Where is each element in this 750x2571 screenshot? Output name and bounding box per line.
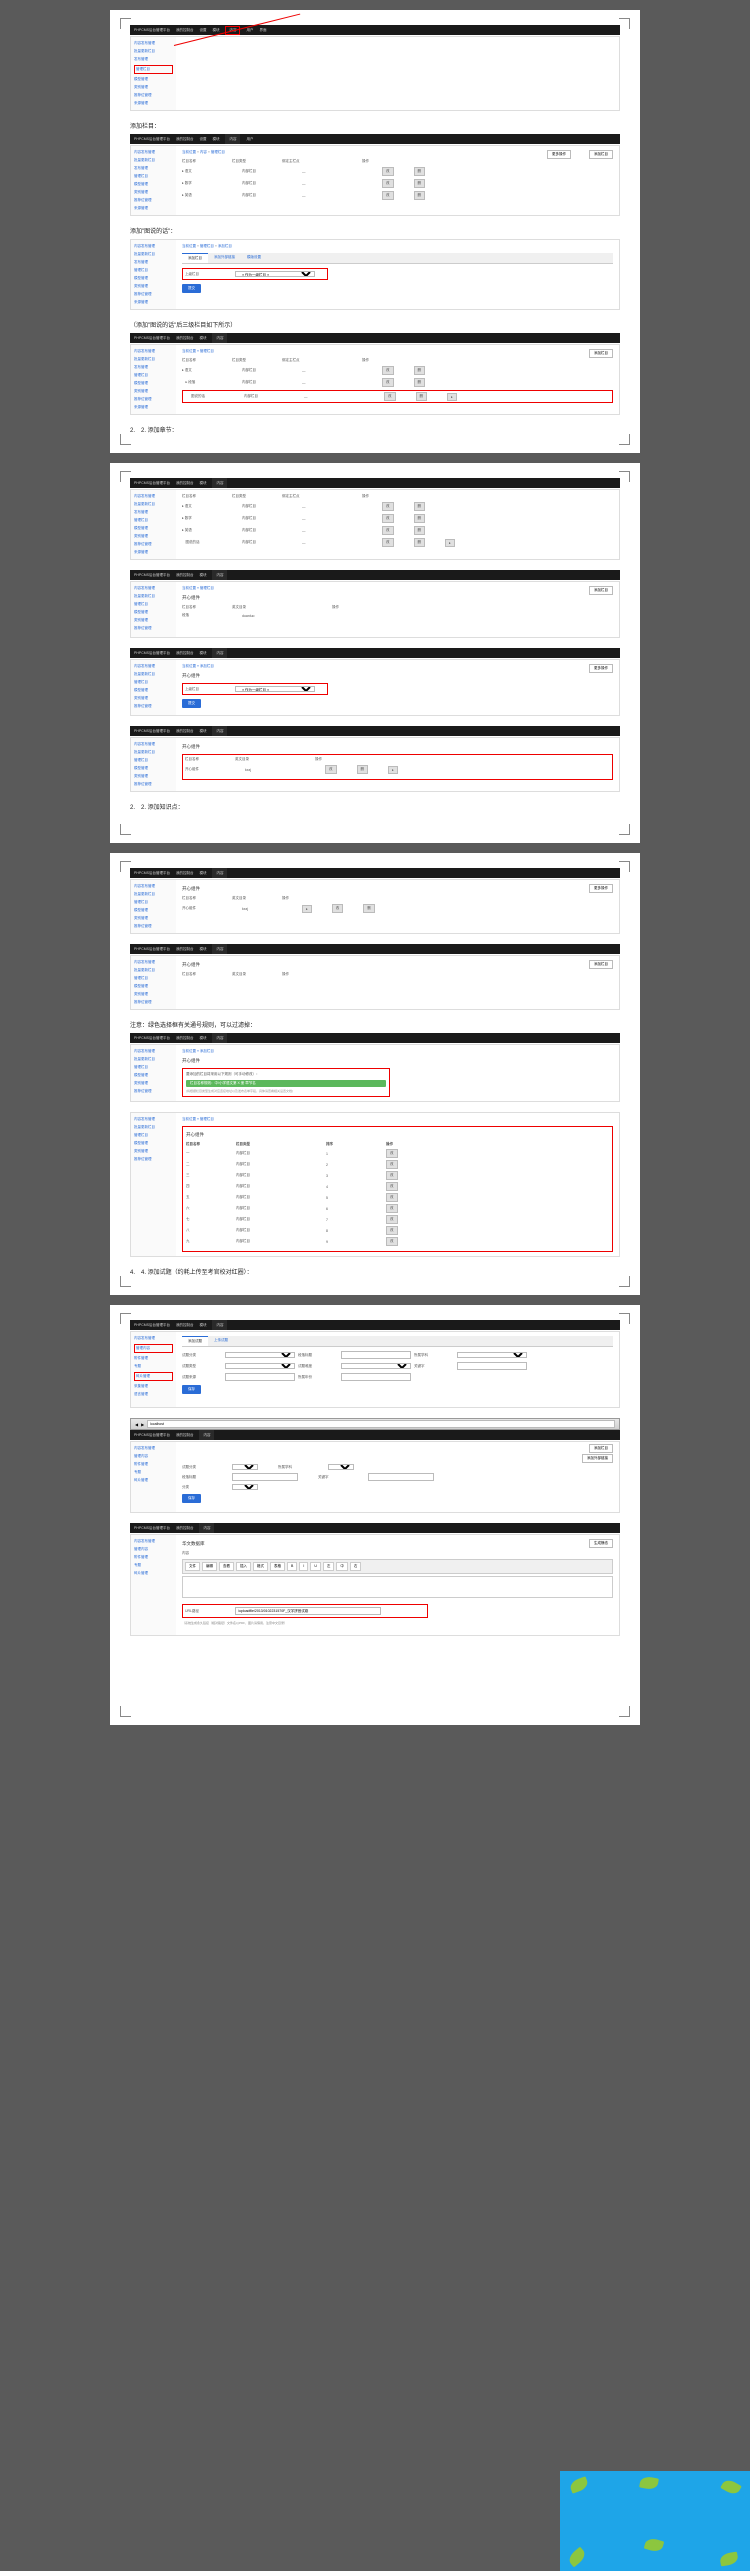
sel-type[interactable] (225, 1363, 295, 1369)
nav-item[interactable]: 界面 (259, 28, 266, 33)
op-del[interactable]: 删 (414, 167, 426, 176)
caption-add-knowledge: 2.2. 添加知识点： (130, 802, 620, 811)
submit-button[interactable]: 提交 (182, 284, 201, 293)
editor-align-center-icon[interactable]: 中 (336, 1562, 348, 1571)
editor-tool[interactable]: 查看 (219, 1562, 234, 1571)
editor-tool[interactable]: 格式 (253, 1562, 268, 1571)
table-row: 七内部栏目7改 (186, 1215, 609, 1224)
forward-icon[interactable]: ▶ (141, 1422, 144, 1427)
editor-align-left-icon[interactable]: 左 (323, 1562, 335, 1571)
editor-align-right-icon[interactable]: 右 (350, 1562, 362, 1571)
inp-keyword[interactable] (457, 1362, 527, 1370)
editor-tool[interactable]: 编辑 (202, 1562, 217, 1571)
add-column-button[interactable]: 添加栏目 (589, 586, 613, 595)
add-column-button[interactable]: 添加栏目 (589, 150, 613, 159)
table-row: 九内部栏目9改 (186, 1237, 609, 1246)
more-ops[interactable]: 更多操作 (547, 150, 571, 159)
editor-underline-icon[interactable]: U (310, 1562, 321, 1571)
add-link-button[interactable]: 添加外部链接 (582, 1454, 613, 1463)
nav-item[interactable]: 用户 (246, 28, 253, 33)
column-list-table: 栏目名称 栏目类型 排序 操作 一内部栏目1改 二内部栏目2改 三内部栏目3改 … (186, 1142, 609, 1246)
sel-category[interactable] (225, 1352, 295, 1358)
table-row: 四内部栏目4改 (186, 1182, 609, 1191)
sidebar-item[interactable]: 来源管理 (134, 101, 173, 106)
sidebar-item-manage-cols[interactable]: 管理栏目 (134, 65, 173, 74)
rule-autogen[interactable]: 栏目名称规则：中/小学语文第 X 册 章节名 (186, 1080, 386, 1087)
parent-select[interactable]: ≡ 作为一级栏目 ≡ (235, 271, 315, 277)
parent-select[interactable]: ≡ 作为一级栏目 ≡ (235, 686, 315, 692)
browser-chrome: ◀ ▶ (130, 1418, 620, 1430)
sidebar-item[interactable]: 发布管理 (134, 57, 173, 62)
inp-title[interactable] (341, 1351, 411, 1359)
sel-subject[interactable] (457, 1352, 527, 1358)
screenshot-1: PHPCMS后台管理平台 我的控制台 设置 模块 内容 用户 界面 内容发布管理… (130, 25, 620, 111)
submit-button[interactable]: 提交 (182, 699, 201, 708)
address-bar[interactable] (147, 1420, 615, 1428)
sidebar-item[interactable]: 批量更新栏目 (134, 49, 173, 54)
table-row: 三内部栏目3改 (186, 1171, 609, 1180)
rich-text-toolbar: 文件 编辑 查看 插入 格式 表格 B I U 左 中 右 (182, 1559, 613, 1574)
section-title: 开心组件 (182, 595, 613, 601)
table-row: 五内部栏目5改 (186, 1193, 609, 1202)
editor-tool[interactable]: 文件 (185, 1562, 200, 1571)
url-path-input[interactable] (235, 1607, 381, 1615)
inp-source[interactable] (225, 1373, 295, 1381)
caption-add-chapter: 2.2. 添加章节： (130, 425, 620, 434)
caption-after-add: （添加"图说的话"后三级栏目如下所示） (130, 320, 620, 329)
tab-upload-question[interactable]: 上传试题 (208, 1336, 234, 1346)
back-icon[interactable]: ◀ (135, 1422, 138, 1427)
question-form: 试题分类 段落标题 所属学科 试题类型 试题难度 关键字 试题来源 所属年份 (182, 1351, 613, 1381)
sidebar-item[interactable]: 模型管理 (134, 77, 173, 82)
inp-year[interactable] (341, 1373, 411, 1381)
doc-page-3: PHPCMS后台管理平台我的控制台模块内容 内容发布管理批量更新栏目管理栏目 模… (110, 853, 640, 1295)
app-title: PHPCMS后台管理平台 (134, 28, 170, 33)
screenshot-3: 内容发布管理批量更新栏目发布管理 管理栏目模型管理类别管理 推荐位管理来源管理 … (130, 239, 620, 310)
table-row: 八内部栏目8改 (186, 1226, 609, 1235)
add-column-button[interactable]: 添加栏目 (589, 960, 613, 969)
save-button[interactable]: 保存 (182, 1494, 201, 1503)
tab-add[interactable]: 添加栏目 (182, 253, 208, 263)
op-edit-highlighted[interactable]: 改 (382, 526, 394, 535)
section-hwsjk: 华文数据库 (182, 1541, 613, 1547)
table-row: 二内部栏目2改 (186, 1160, 609, 1169)
doc-page-4: PHPCMS后台管理平台我的控制台模块内容 内容发布管理 管理内容 附件管理专题… (110, 1305, 640, 1725)
nav-item[interactable]: 模块 (212, 28, 219, 33)
nav-item[interactable]: 我的控制台 (176, 28, 194, 33)
sidebar-item[interactable]: 内容发布管理 (134, 41, 173, 46)
app-top-bar: PHPCMS后台管理平台 我的控制台 设置 模块 内容 用户 界面 (130, 25, 620, 35)
sidebar-manage-content[interactable]: 管理内容 (134, 1344, 173, 1353)
caption-add-questions: 4.4. 添加试题（约耗上传至考官校对红圈）： (130, 1267, 620, 1276)
save-button[interactable]: 保存 (182, 1385, 201, 1394)
op-next-highlighted[interactable]: ▸ (302, 905, 312, 913)
editor-bold-icon[interactable]: B (287, 1562, 297, 1571)
caption-green-filter: 注意：绿色选择框有关通号规则，可以过滤掉： (130, 1020, 620, 1029)
tab-strip: 添加栏目 添加外部链接 模版设置 (182, 253, 613, 264)
sidebar-item[interactable]: 推荐位管理 (134, 93, 173, 98)
table-row: 六内部栏目6改 (186, 1204, 609, 1213)
editor-tool[interactable]: 插入 (236, 1562, 251, 1571)
tab-add-question[interactable]: 添加试题 (182, 1336, 208, 1346)
editor-area[interactable] (182, 1576, 613, 1598)
caption-add-tushuo: 添加"图说的话"： (130, 226, 620, 235)
doc-page-2: PHPCMS后台管理平台我的控制台模块内容 内容发布管理批量更新栏目发布管理 管… (110, 463, 640, 843)
table-row: 一内部栏目1改 (186, 1149, 609, 1158)
sel-difficulty[interactable] (341, 1363, 411, 1369)
watermark-decoration (560, 2471, 750, 2571)
editor-italic-icon[interactable]: I (299, 1562, 308, 1571)
editor-tool[interactable]: 表格 (270, 1562, 285, 1571)
screenshot-2: PHPCMS后台管理平台 我的控制台设置模块 内容用户 内容发布管理批量更新栏目… (130, 134, 620, 216)
nav-item[interactable]: 设置 (199, 28, 206, 33)
url-note: （系统生成永久链接（相对路径）文件名以PDF、图片请慎用，注意中文目录） (182, 1621, 613, 1625)
sidebar-item[interactable]: 类别管理 (134, 85, 173, 90)
doc-page-1: PHPCMS后台管理平台 我的控制台 设置 模块 内容 用户 界面 内容发布管理… (110, 10, 640, 453)
add-column-button[interactable]: 添加栏目 (589, 1444, 613, 1453)
op-edit[interactable]: 改 (382, 167, 394, 176)
sidebar-fragment[interactable]: 碎片管理 (134, 1372, 173, 1381)
caption-add-column: 添加栏目： (130, 121, 620, 130)
sidebar: 内容发布管理 批量更新栏目 发布管理 管理栏目 模型管理 类别管理 推荐位管理 … (131, 37, 176, 110)
screenshot-4: PHPCMS后台管理平台我的控制台模块内容 内容发布管理批量更新栏目发布管理 管… (130, 333, 620, 415)
